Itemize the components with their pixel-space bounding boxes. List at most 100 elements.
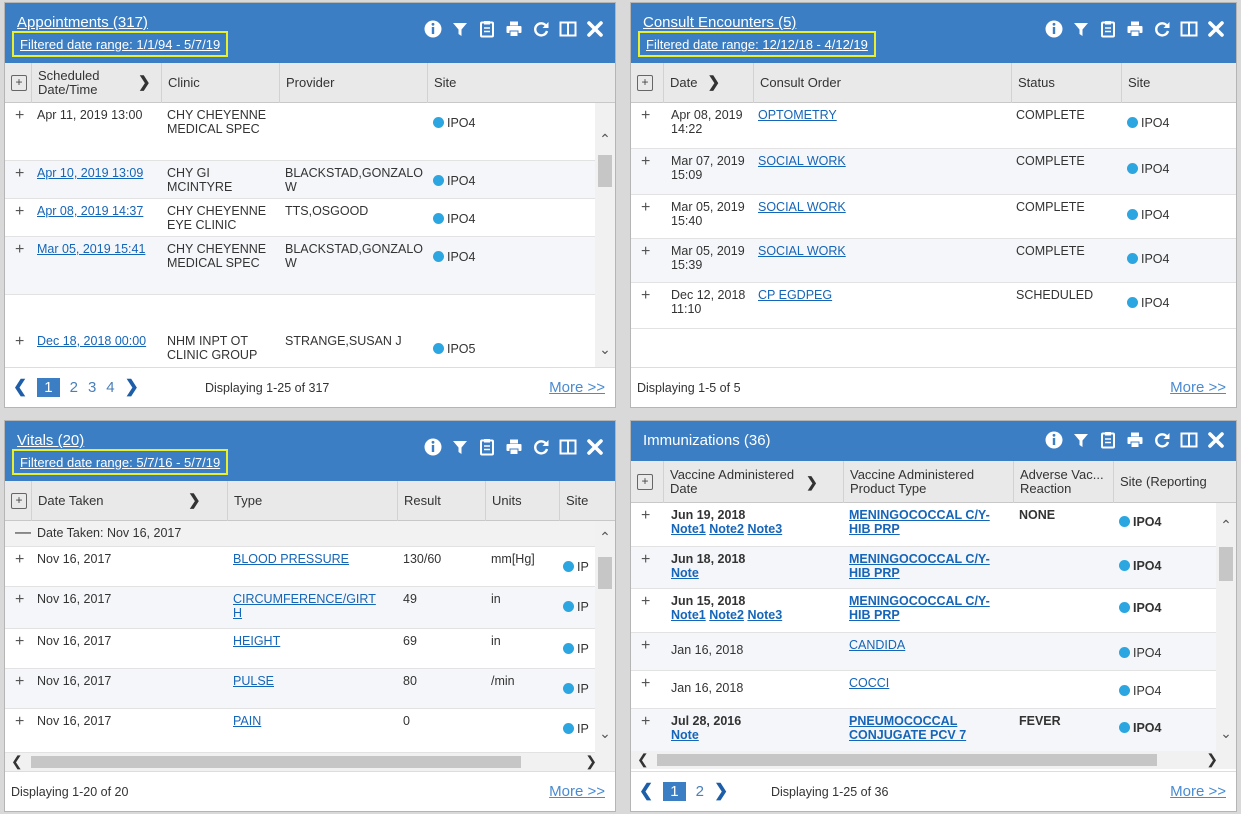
sort-chevron-icon[interactable]: ❯ xyxy=(707,75,720,90)
expand-row-icon[interactable]: + xyxy=(15,333,24,351)
scroll-thumb[interactable] xyxy=(598,557,612,589)
info-icon[interactable] xyxy=(1044,430,1064,450)
panel-title[interactable]: Consult Encounters (5) xyxy=(643,14,796,31)
clipboard-icon[interactable] xyxy=(477,19,497,39)
close-icon[interactable] xyxy=(1206,19,1226,39)
collapse-group-icon[interactable]: — xyxy=(15,524,31,542)
column-header-site[interactable]: Site xyxy=(1121,63,1236,103)
scroll-thumb[interactable] xyxy=(31,756,521,768)
consult-order-link[interactable]: OPTOMETRY xyxy=(758,108,837,122)
scroll-thumb[interactable] xyxy=(1219,547,1233,581)
expand-all-icon[interactable]: + xyxy=(637,474,653,490)
page-link[interactable]: 1 xyxy=(663,781,686,801)
expand-all-icon[interactable]: + xyxy=(11,75,27,91)
column-header-site-reporting[interactable]: Site (Reporting xyxy=(1113,461,1236,503)
scroll-thumb[interactable] xyxy=(657,754,1157,766)
note-link[interactable]: Note2 xyxy=(709,522,744,536)
more-link[interactable]: More >> xyxy=(549,379,605,396)
expand-row-icon[interactable]: + xyxy=(641,713,650,731)
note-link[interactable]: Note xyxy=(671,566,699,580)
appointment-date-link[interactable]: Mar 05, 2019 15:41 xyxy=(37,242,157,256)
next-page-icon[interactable]: ❯ xyxy=(125,377,139,397)
note-link[interactable]: Note xyxy=(671,728,699,742)
filter-icon[interactable] xyxy=(1071,19,1091,39)
scroll-down-icon[interactable]: ⌄ xyxy=(595,725,615,742)
clipboard-icon[interactable] xyxy=(1098,430,1118,450)
vital-type-link[interactable]: HEIGHT xyxy=(233,634,280,648)
clipboard-icon[interactable] xyxy=(1098,19,1118,39)
table-row[interactable]: + Jun 18, 2018 Note MENINGOCOCCAL C/Y-HIB… xyxy=(631,547,1218,589)
columns-icon[interactable] xyxy=(558,437,578,457)
expand-row-icon[interactable]: + xyxy=(15,203,24,221)
scroll-right-icon[interactable]: ❯ xyxy=(585,753,597,770)
scroll-left-icon[interactable]: ❮ xyxy=(11,753,23,770)
note-link[interactable]: Note1 xyxy=(671,608,706,622)
consult-order-link[interactable]: SOCIAL WORK xyxy=(758,154,846,168)
column-header-date[interactable]: Date ❯ xyxy=(663,63,753,103)
expand-row-icon[interactable]: + xyxy=(641,199,650,217)
column-header-site[interactable]: Site xyxy=(427,63,615,103)
vertical-scrollbar[interactable]: ⌃ ⌄ xyxy=(595,521,615,753)
table-row[interactable]: + Nov 16, 2017 BLOOD PRESSURE 130/60 mm[… xyxy=(5,547,597,587)
appointment-date-link[interactable]: Dec 18, 2018 00:00 xyxy=(37,334,157,348)
consult-order-link[interactable]: SOCIAL WORK xyxy=(758,200,846,214)
info-icon[interactable] xyxy=(1044,19,1064,39)
horizontal-scrollbar[interactable]: ❮ ❯ xyxy=(631,751,1236,769)
column-header-adverse-reaction[interactable]: Adverse Vac... Reaction xyxy=(1013,461,1113,503)
page-link[interactable]: 2 xyxy=(70,379,78,396)
table-row[interactable]: + Jun 15, 2018 Note1 Note2 Note3 MENINGOC… xyxy=(631,589,1218,633)
scroll-down-icon[interactable]: ⌄ xyxy=(595,341,615,358)
info-icon[interactable] xyxy=(423,437,443,457)
table-row[interactable]: + Mar 05, 2019 15:39 SOCIAL WORK COMPLET… xyxy=(631,239,1236,283)
column-header-vaccine-date[interactable]: Vaccine Administered Date ❯ xyxy=(663,461,843,503)
expand-row-icon[interactable]: + xyxy=(15,241,24,259)
group-row[interactable]: — Date Taken: Nov 16, 2017 xyxy=(5,521,597,547)
filter-date-range[interactable]: Filtered date range: 12/12/18 - 4/12/19 xyxy=(638,31,876,57)
table-row[interactable]: + Nov 16, 2017 PAIN 0 IP xyxy=(5,709,597,753)
column-header-date-taken[interactable]: Date Taken ❯ xyxy=(31,481,227,521)
vaccine-product-link[interactable]: MENINGOCOCCAL C/Y-HIB PRP xyxy=(849,594,1009,622)
table-row[interactable]: + Jun 19, 2018 Note1 Note2 Note3 MENINGOC… xyxy=(631,503,1218,547)
scroll-up-icon[interactable]: ⌃ xyxy=(1216,517,1236,534)
expand-row-icon[interactable]: + xyxy=(641,153,650,171)
vertical-scrollbar[interactable]: ⌃ ⌄ xyxy=(1216,503,1236,751)
note-link[interactable]: Note3 xyxy=(747,522,782,536)
vital-type-link[interactable]: BLOOD PRESSURE xyxy=(233,552,393,566)
close-icon[interactable] xyxy=(585,437,605,457)
print-icon[interactable] xyxy=(1125,19,1145,39)
vital-type-link[interactable]: CIRCUMFERENCE/GIRTH xyxy=(233,592,383,620)
page-link[interactable]: 1 xyxy=(37,377,60,397)
columns-icon[interactable] xyxy=(558,19,578,39)
expand-row-icon[interactable]: + xyxy=(641,243,650,261)
more-link[interactable]: More >> xyxy=(549,783,605,800)
table-row[interactable]: + Apr 08, 2019 14:22 OPTOMETRY COMPLETE … xyxy=(631,103,1236,149)
table-row[interactable]: + Mar 05, 2019 15:41 CHY CHEYENNE MEDICA… xyxy=(5,237,597,295)
table-row[interactable]: + Dec 18, 2018 00:00 NHM INPT OT CLINIC … xyxy=(5,329,597,367)
expand-all-icon[interactable]: + xyxy=(11,493,27,509)
column-header-product-type[interactable]: Vaccine Administered Product Type xyxy=(843,461,1013,503)
info-icon[interactable] xyxy=(423,19,443,39)
sort-chevron-icon[interactable]: ❯ xyxy=(138,75,151,90)
expand-row-icon[interactable]: + xyxy=(641,507,650,525)
filter-icon[interactable] xyxy=(450,19,470,39)
columns-icon[interactable] xyxy=(1179,19,1199,39)
refresh-icon[interactable] xyxy=(1152,430,1172,450)
column-header-units[interactable]: Units xyxy=(485,481,559,521)
table-row[interactable]: + Nov 16, 2017 PULSE 80 /min IP xyxy=(5,669,597,709)
expand-row-icon[interactable]: + xyxy=(641,107,650,125)
column-header-status[interactable]: Status xyxy=(1011,63,1121,103)
more-link[interactable]: More >> xyxy=(1170,783,1226,800)
column-header-type[interactable]: Type xyxy=(227,481,397,521)
scroll-left-icon[interactable]: ❮ xyxy=(637,751,649,768)
table-row[interactable]: + Apr 10, 2019 13:09 CHY GI MCINTYRE BLA… xyxy=(5,161,597,199)
table-row[interactable]: + Nov 16, 2017 HEIGHT 69 in IP xyxy=(5,629,597,669)
panel-title[interactable]: Immunizations (36) xyxy=(643,432,771,449)
expand-row-icon[interactable]: + xyxy=(15,633,24,651)
expand-row-icon[interactable]: + xyxy=(15,591,24,609)
close-icon[interactable] xyxy=(585,19,605,39)
note-link[interactable]: Note3 xyxy=(747,608,782,622)
table-row[interactable]: + Jan 16, 2018 COCCI IPO4 xyxy=(631,671,1218,709)
expand-row-icon[interactable]: + xyxy=(15,673,24,691)
refresh-icon[interactable] xyxy=(1152,19,1172,39)
vaccine-product-link[interactable]: COCCI xyxy=(849,676,889,690)
